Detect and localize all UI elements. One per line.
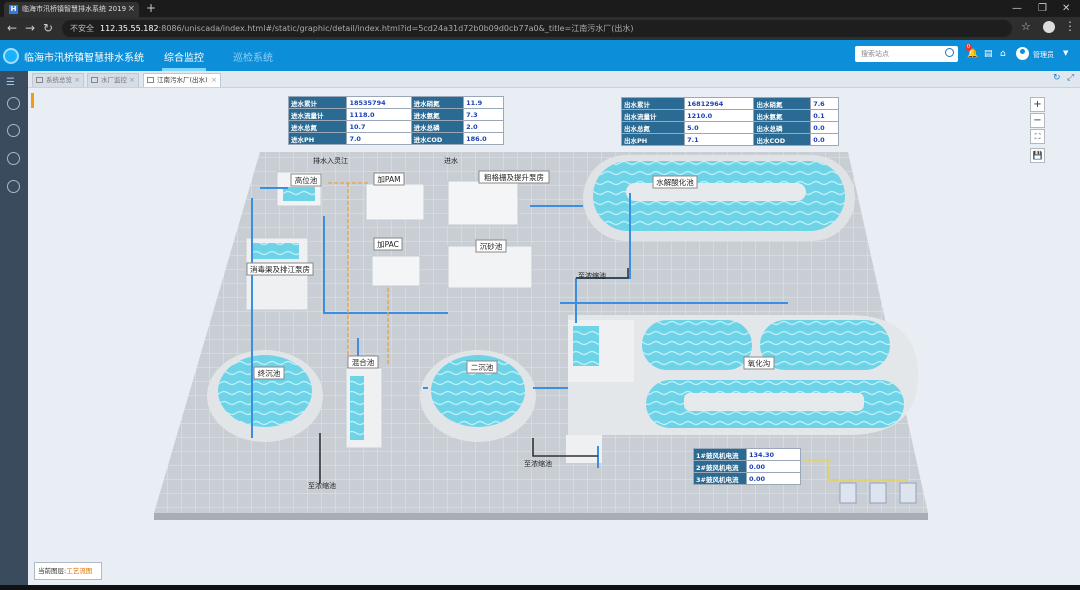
table-row: 2#鼓风机电流 0.00	[693, 460, 801, 473]
table-label: 进水总磷	[410, 120, 465, 133]
table-label: 出水氨氮	[753, 109, 812, 122]
label-pac: 加PAC	[373, 237, 403, 251]
table-row: 出水PH 7.1 出水COD 0.0	[620, 133, 839, 146]
table-label: 2#鼓风机电流	[693, 460, 747, 473]
label-oxidation-ditch: 氧化沟	[743, 356, 775, 370]
table-row: 进水流量计 1118.0 进水氨氮 7.3	[287, 108, 504, 121]
table-value: 1210.0	[684, 109, 755, 122]
table-value: 1118.0	[346, 108, 412, 121]
label-coarse-screen: 粗格栅及提升泵房	[478, 170, 550, 184]
table-value: 7.6	[810, 97, 839, 110]
label-text: 氧化沟	[748, 358, 771, 368]
taskbar	[0, 585, 1080, 590]
table-label: 进水总氮	[287, 120, 348, 133]
table-label: 出水PH	[620, 133, 686, 146]
label-text: 终沉池	[258, 368, 281, 378]
label-text: 加PAM	[377, 174, 400, 184]
flow-discharge: 排水入灵江	[313, 156, 348, 165]
table-value: 0.0	[810, 133, 839, 146]
table-value: 0.1	[810, 109, 839, 122]
table-row: 3#鼓风机电流 0.00	[693, 472, 801, 485]
table-label: 进水累计	[287, 96, 348, 109]
label-pam: 加PAM	[373, 172, 405, 186]
table-label: 出水硝氮	[753, 97, 812, 110]
table-value: 0.00	[746, 460, 801, 473]
table-label: 出水总氮	[620, 121, 686, 134]
label-high-tank: 高位池	[290, 173, 322, 187]
table-value: 7.3	[463, 108, 504, 121]
label-text: 水解酸化池	[656, 177, 694, 187]
table-value: 7.1	[684, 133, 755, 146]
label-disinfect: 消毒渠及排江泵房	[246, 262, 314, 276]
label-text: 高位池	[295, 175, 318, 185]
table-value: 0.00	[746, 472, 801, 485]
table-label: 进水硝氮	[410, 96, 465, 109]
table-label: 1#鼓风机电流	[693, 448, 747, 461]
table-label: 出水累计	[620, 97, 686, 110]
zoom-out-button[interactable]: −	[1030, 113, 1045, 128]
current-layer-value: 工艺流图	[66, 567, 93, 575]
table-value: 186.0	[463, 132, 504, 145]
flow-to-sludge-3: 至浓缩池	[308, 481, 336, 490]
table-label: 出水总磷	[753, 121, 812, 134]
table-value: 10.7	[346, 120, 412, 133]
label-text: 混合池	[352, 357, 375, 367]
blower-current-table: 1#鼓风机电流 134.30 2#鼓风机电流 0.00 3#鼓风机电流 0.00	[693, 448, 801, 485]
label-secondary-clarifier: 二沉池	[466, 360, 498, 374]
table-row: 进水PH 7.0 进水COD 186.0	[287, 132, 504, 145]
table-value: 0.0	[810, 121, 839, 134]
table-label: 出水COD	[753, 133, 812, 146]
inlet-quality-table: 进水累计 18535794 进水硝氮 11.9 进水流量计 1118.0 进水氨氮 7.3 …	[287, 96, 504, 145]
label-grit: 沉砂池	[475, 239, 507, 253]
table-row: 出水总氮 5.0 出水总磷 0.0	[620, 121, 839, 134]
table-label: 进水PH	[287, 132, 348, 145]
table-value: 2.0	[463, 120, 504, 133]
label-text: 二沉池	[471, 362, 494, 372]
table-value: 7.0	[346, 132, 412, 145]
table-label: 进水COD	[410, 132, 465, 145]
zoom-in-button[interactable]: +	[1030, 97, 1045, 112]
flow-inlet: 进水	[444, 156, 458, 165]
label-mixing: 混合池	[347, 355, 379, 369]
current-layer-label: 当前图层:	[38, 567, 67, 575]
outlet-quality-table: 出水累计 16812964 出水硝氮 7.6 出水流量计 1210.0 出水氨氮 0.1 出…	[620, 97, 839, 146]
fit-view-button[interactable]: ⛶	[1030, 129, 1045, 144]
table-row: 1#鼓风机电流 134.30	[693, 448, 801, 461]
table-row: 出水流量计 1210.0 出水氨氮 0.1	[620, 109, 839, 122]
table-value: 18535794	[346, 96, 412, 109]
table-label: 出水流量计	[620, 109, 686, 122]
table-row: 进水总氮 10.7 进水总磷 2.0	[287, 120, 504, 133]
label-text: 沉砂池	[480, 241, 503, 251]
table-value: 5.0	[684, 121, 755, 134]
table-label: 进水流量计	[287, 108, 348, 121]
table-value: 16812964	[684, 97, 755, 110]
label-text: 加PAC	[377, 239, 399, 249]
table-label: 3#鼓风机电流	[693, 472, 747, 485]
table-row: 进水累计 18535794 进水硝氮 11.9	[287, 96, 504, 109]
label-overlay: 高位池 加PAM 粗格栅及提升泵房 加PAC 沉砂池 消毒渠及排江泵房 水解酸化…	[246, 156, 775, 490]
flow-to-sludge-1: 至浓缩池	[578, 271, 606, 280]
table-row: 出水累计 16812964 出水硝氮 7.6	[620, 97, 839, 110]
label-hydrolysis: 水解酸化池	[652, 175, 698, 189]
label-final-clarifier: 终沉池	[253, 366, 285, 380]
table-value: 134.30	[746, 448, 801, 461]
label-text: 粗格栅及提升泵房	[484, 172, 544, 182]
flow-to-sludge-2: 至浓缩池	[524, 459, 552, 468]
save-button[interactable]: 💾	[1030, 148, 1045, 163]
current-layer-box[interactable]: 当前图层:工艺流图	[34, 562, 102, 580]
label-text: 消毒渠及排江泵房	[250, 264, 310, 274]
table-label: 进水氨氮	[410, 108, 465, 121]
table-value: 11.9	[463, 96, 504, 109]
